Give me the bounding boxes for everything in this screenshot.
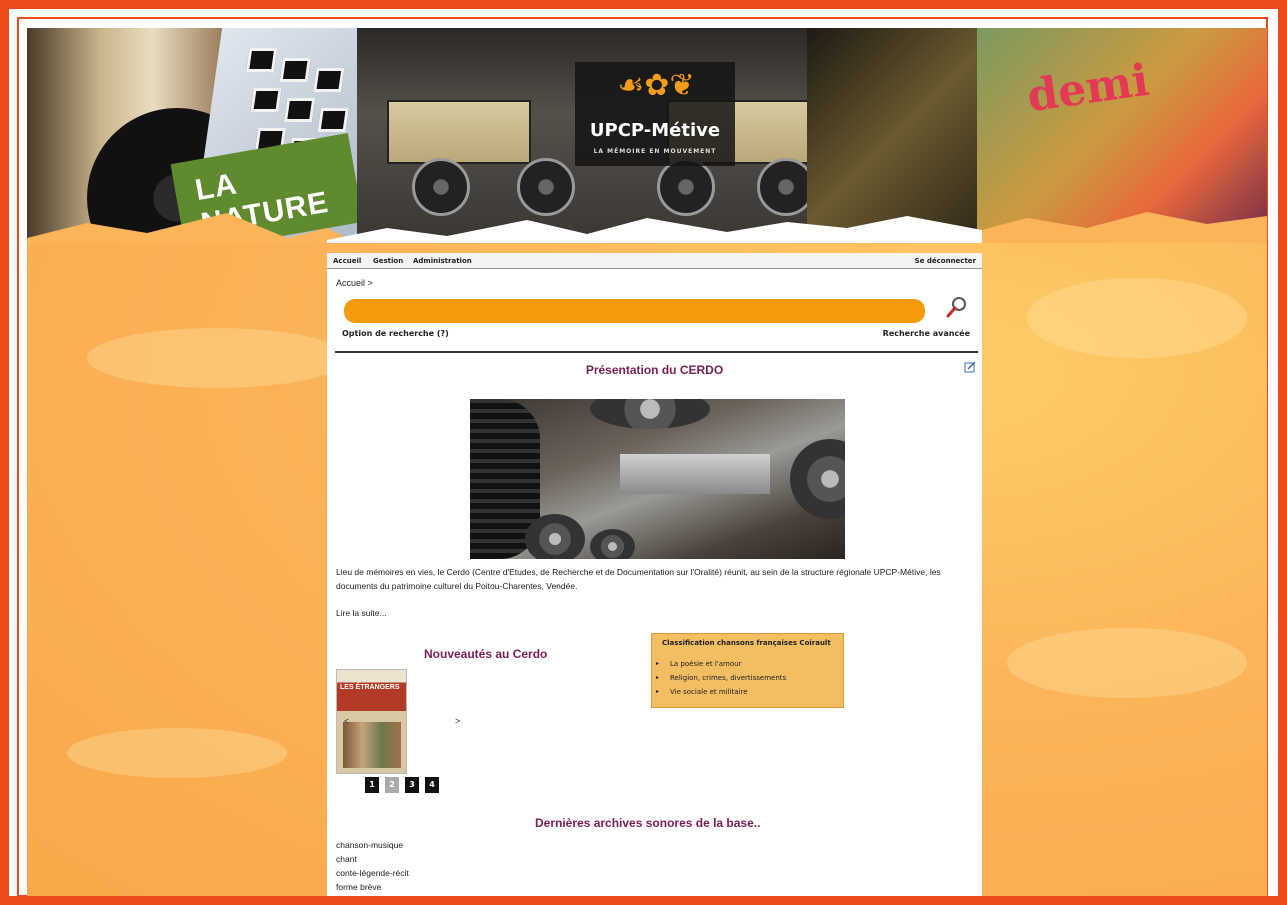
presentation-text: Lieu de mémoires en vies, le Cerdo (Cent… xyxy=(336,567,941,591)
carousel-prev-button[interactable]: < xyxy=(344,716,349,726)
pager-page-4[interactable]: 4 xyxy=(425,777,439,793)
advanced-search-link[interactable]: Recherche avancée xyxy=(883,329,970,338)
carousel-next-button[interactable]: > xyxy=(455,716,460,726)
search-input[interactable] xyxy=(344,299,925,323)
classification-item[interactable]: Religion, crimes, divertissements xyxy=(656,674,786,682)
edit-icon[interactable] xyxy=(964,361,976,373)
section-divider xyxy=(335,351,978,353)
pager-page-2[interactable]: 2 xyxy=(385,777,399,793)
archive-item[interactable]: conte-légende-récit xyxy=(336,868,409,878)
site-logo[interactable]: ☙✿❦ UPCP-Métive LA MÉMOIRE EN MOUVEMENT xyxy=(575,62,735,166)
classification-title: Classification chansons françaises Coira… xyxy=(662,639,831,647)
classification-item[interactable]: Vie sociale et militaire xyxy=(656,688,747,696)
breadcrumb[interactable]: Accueil > xyxy=(336,278,373,288)
archive-item[interactable]: chanson-musique xyxy=(336,840,403,850)
pager-page-3[interactable]: 3 xyxy=(405,777,419,793)
pager-page-1[interactable]: 1 xyxy=(365,777,379,793)
news-title: Nouveautés au Cerdo xyxy=(424,647,548,661)
presentation-title: Présentation du CERDO xyxy=(585,363,724,377)
menu-item-gestion[interactable]: Gestion xyxy=(373,257,403,265)
presentation-photo xyxy=(470,399,845,559)
banner-torn-edge xyxy=(27,212,1267,243)
menu-item-accueil[interactable]: Accueil xyxy=(333,257,361,265)
top-menu-bar: Accueil Gestion Administration Se déconn… xyxy=(327,253,982,269)
archive-item[interactable]: forme brève xyxy=(336,882,381,892)
logo-title: UPCP-Métive xyxy=(589,120,721,141)
menu-item-administration[interactable]: Administration xyxy=(413,257,472,265)
classification-item[interactable]: La poésie et l'amour xyxy=(656,660,742,668)
classification-box: Classification chansons françaises Coira… xyxy=(651,633,844,708)
search-icon[interactable] xyxy=(945,295,969,319)
header-banner: LA NATURE demi ☙✿❦ UPCP-Métive LA MÉMOIR… xyxy=(27,28,1267,243)
main-content: Accueil Gestion Administration Se déconn… xyxy=(327,253,982,896)
logout-link[interactable]: Se déconnecter xyxy=(915,257,976,265)
archives-title: Dernières archives sonores de la base.. xyxy=(535,816,761,830)
logo-dancers-icon: ☙✿❦ xyxy=(617,68,695,103)
search-options-link[interactable]: Option de recherche (?) xyxy=(342,329,449,338)
read-more-link[interactable]: Lire la suite... xyxy=(336,608,387,618)
archive-item[interactable]: chant xyxy=(336,854,357,864)
book-title: LES ÉTRANGERS xyxy=(340,684,400,691)
logo-tagline: LA MÉMOIRE EN MOUVEMENT xyxy=(593,148,717,155)
